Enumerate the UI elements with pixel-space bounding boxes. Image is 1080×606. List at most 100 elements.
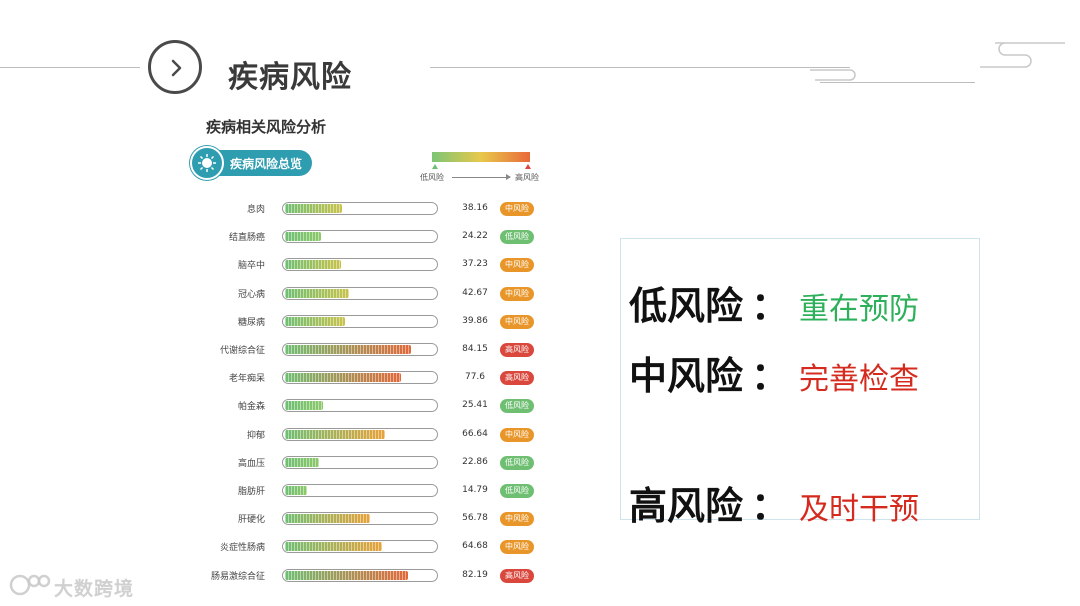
- legend-low-label: 低风险: [420, 173, 444, 182]
- overview-label: 疾病风险总览: [230, 157, 303, 171]
- table-row: 代谢综合征 84.15 高风险: [200, 342, 540, 358]
- table-row: 糖尿病 39.86 中风险: [200, 314, 540, 330]
- table-row: 炎症性肠病 64.68 中风险: [200, 539, 540, 555]
- risk-value: 25.41: [462, 400, 488, 411]
- risk-bar-track: [282, 202, 438, 215]
- risk-bar: [285, 570, 409, 580]
- risk-value: 37.23: [462, 259, 488, 270]
- disease-name: 帕金森: [237, 402, 265, 413]
- advice-high-colon: ：: [751, 484, 790, 528]
- advice-box: 低风险：重在预防 中风险：完善检查 高风险：及时干预: [620, 238, 980, 528]
- advice-low: 低风险： 重在预防: [629, 275, 919, 330]
- risk-bar-track: [282, 343, 438, 356]
- risk-level-badge: 中风险: [500, 512, 534, 527]
- disease-name: 高血压: [237, 458, 265, 469]
- advice-low-colon: ：: [751, 284, 790, 328]
- risk-bar: [285, 260, 341, 270]
- legend-low-marker: [432, 164, 438, 169]
- table-row: 老年痴呆 77.6 高风险: [200, 370, 540, 386]
- legend-high-marker: [525, 164, 531, 169]
- table-row: 肝硬化 56.78 中风险: [200, 511, 540, 527]
- risk-value: 66.64: [462, 428, 488, 439]
- risk-level-badge: 中风险: [500, 427, 534, 442]
- risk-bar-track: [282, 314, 438, 328]
- risk-bar-track: [282, 455, 438, 469]
- risk-bar-track: [282, 371, 438, 385]
- disease-name: 老年痴呆: [228, 374, 265, 385]
- table-row: 肠易激综合征 82.19 高风险: [200, 568, 540, 584]
- risk-value: 84.15: [462, 344, 488, 354]
- risk-bar: [285, 429, 385, 439]
- disease-name: 脂肪肝: [237, 487, 265, 497]
- advice-high: 高风险： 及时干预: [629, 475, 919, 530]
- risk-value: 82.19: [462, 569, 488, 580]
- risk-bar: [285, 514, 371, 524]
- risk-value: 22.86: [462, 456, 488, 467]
- advice-high-level: 高风险: [629, 484, 744, 528]
- risk-level-badge: 低风险: [500, 230, 534, 245]
- advice-high-text: 及时干预: [799, 492, 920, 527]
- disease-name: 结直肠癌: [228, 233, 265, 244]
- risk-bar: [285, 457, 320, 467]
- risk-bar-track: [282, 540, 438, 554]
- risk-bar-track: [282, 286, 438, 300]
- risk-value: 42.67: [462, 287, 488, 298]
- risk-bar-track: [282, 399, 438, 413]
- risk-bar-track: [282, 258, 438, 272]
- risk-value: 24.22: [462, 231, 488, 242]
- slide-title: 疾病风险: [228, 60, 352, 95]
- risk-bar-track: [282, 512, 438, 526]
- risk-bar: [285, 316, 345, 326]
- risk-level-badge: 中风险: [500, 258, 534, 273]
- advice-mid-colon: ：: [751, 354, 790, 398]
- chevron-right-icon: [148, 40, 202, 94]
- risk-legend-gradient: [432, 152, 530, 162]
- table-row: 脂肪肝 14.79 低风险: [200, 483, 540, 499]
- risk-bar: [285, 542, 383, 552]
- disease-name: 冠心病: [237, 289, 265, 300]
- risk-bar: [285, 401, 324, 411]
- risk-bar: [285, 345, 412, 354]
- disease-name: 脑卒中: [237, 261, 265, 272]
- risk-bar: [285, 373, 402, 383]
- disease-name: 糖尿病: [237, 317, 265, 328]
- table-row: 高血压 22.86 低风险: [200, 455, 540, 471]
- disease-name: 肝硬化: [237, 515, 265, 526]
- risk-level-badge: 高风险: [500, 343, 534, 357]
- legend-arrow: [452, 174, 511, 180]
- virus-icon: [190, 146, 224, 180]
- risk-level-badge: 中风险: [500, 286, 534, 301]
- risk-bar: [285, 204, 343, 213]
- risk-bar: [285, 232, 322, 242]
- risk-value: 77.6: [464, 372, 486, 383]
- swirl-decoration: [810, 42, 1065, 81]
- table-row: 息肉 38.16 中风险: [200, 201, 540, 217]
- risk-level-badge: 低风险: [500, 455, 534, 470]
- risk-bar: [285, 486, 308, 495]
- risk-level-badge: 高风险: [500, 371, 534, 386]
- risk-level-badge: 低风险: [500, 399, 534, 414]
- watermark-logo-icon: [9, 574, 51, 596]
- disease-name: 代谢综合征: [219, 346, 265, 356]
- risk-bar-track: [282, 427, 438, 441]
- advice-mid-level: 中风险: [629, 354, 744, 398]
- advice-low-text: 重在预防: [799, 292, 920, 327]
- risk-value: 56.78: [462, 513, 488, 524]
- disease-name: 抑郁: [246, 430, 265, 441]
- table-row: 抑郁 66.64 中风险: [200, 427, 540, 443]
- risk-value: 14.79: [462, 485, 488, 495]
- table-row: 帕金森 25.41 低风险: [200, 398, 540, 414]
- disease-name: 息肉: [246, 205, 265, 215]
- risk-bar-track: [282, 230, 438, 244]
- advice-low-level: 低风险: [629, 284, 744, 328]
- advice-mid: 中风险： 完善检查: [629, 345, 919, 400]
- risk-bar: [285, 288, 349, 298]
- overview-pill: 疾病风险总览: [190, 146, 312, 180]
- legend-high-label: 高风险: [515, 173, 539, 182]
- table-row: 脑卒中 37.23 中风险: [200, 257, 540, 273]
- advice-mid-text: 完善检查: [799, 362, 920, 397]
- risk-value: 38.16: [462, 203, 488, 213]
- risk-level-badge: 中风险: [500, 540, 534, 555]
- disease-name: 肠易激综合征: [210, 571, 265, 582]
- risk-bar-track: [282, 568, 438, 582]
